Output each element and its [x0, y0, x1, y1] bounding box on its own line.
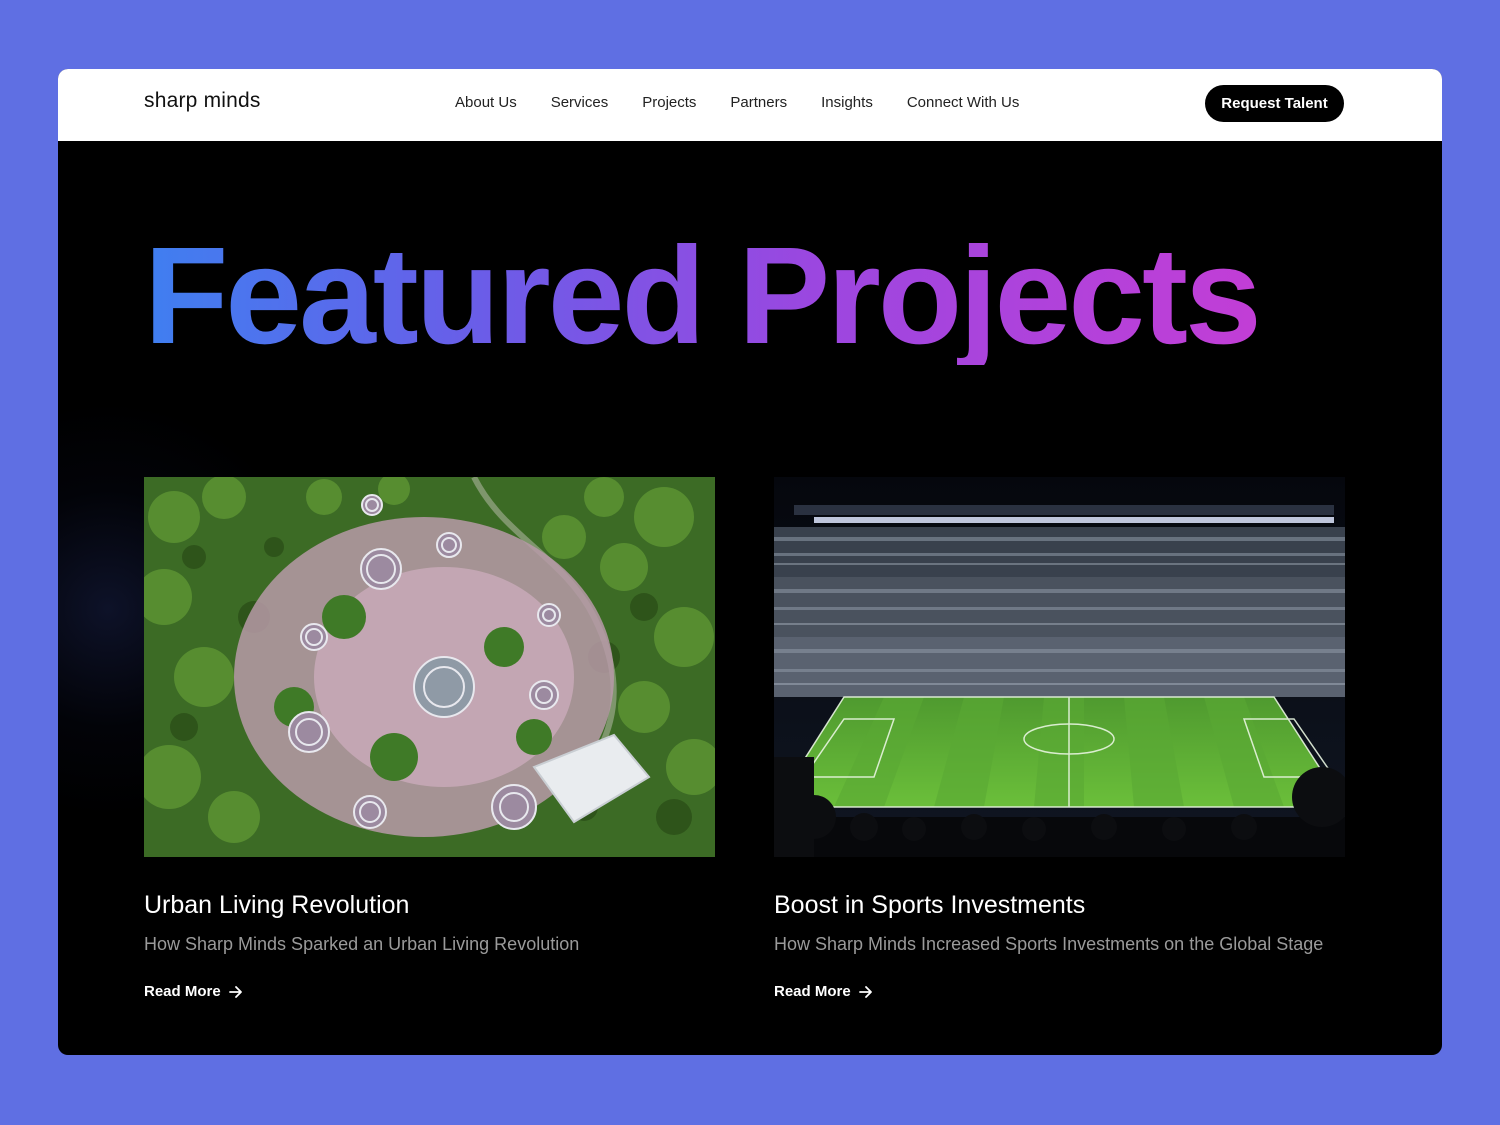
nav-insights[interactable]: Insights: [821, 94, 873, 111]
browser-window: sharp minds About Us Services Projects P…: [58, 69, 1442, 1055]
request-talent-button[interactable]: Request Talent: [1205, 85, 1344, 122]
brand-logo[interactable]: sharp minds: [144, 89, 261, 113]
nav-about-us[interactable]: About Us: [455, 94, 517, 111]
nav-services[interactable]: Services: [551, 94, 609, 111]
nav-connect[interactable]: Connect With Us: [907, 94, 1020, 111]
page-title: Featured Projects: [144, 219, 1262, 373]
nav-projects[interactable]: Projects: [642, 94, 696, 111]
card-title[interactable]: Urban Living Revolution: [144, 891, 715, 920]
card-title[interactable]: Boost in Sports Investments: [774, 891, 1345, 920]
read-more-label: Read More: [144, 983, 221, 1000]
project-card-urban[interactable]: Urban Living Revolution How Sharp Minds …: [144, 477, 715, 1001]
main-nav: About Us Services Projects Partners Insi…: [455, 94, 1053, 111]
read-more-link[interactable]: Read More: [774, 983, 873, 1000]
top-navbar: sharp minds About Us Services Projects P…: [58, 69, 1442, 141]
project-card-sports[interactable]: Boost in Sports Investments How Sharp Mi…: [774, 477, 1345, 1001]
arrow-right-icon: [858, 985, 872, 998]
card-subtitle: How Sharp Minds Sparked an Urban Living …: [144, 934, 580, 954]
aerial-garden-image[interactable]: [144, 477, 715, 857]
read-more-label: Read More: [774, 983, 851, 1000]
card-subtitle: How Sharp Minds Increased Sports Investm…: [774, 934, 1324, 954]
stadium-image[interactable]: [774, 477, 1345, 857]
nav-partners[interactable]: Partners: [730, 94, 787, 111]
arrow-right-icon: [228, 985, 242, 998]
read-more-link[interactable]: Read More: [144, 983, 243, 1000]
